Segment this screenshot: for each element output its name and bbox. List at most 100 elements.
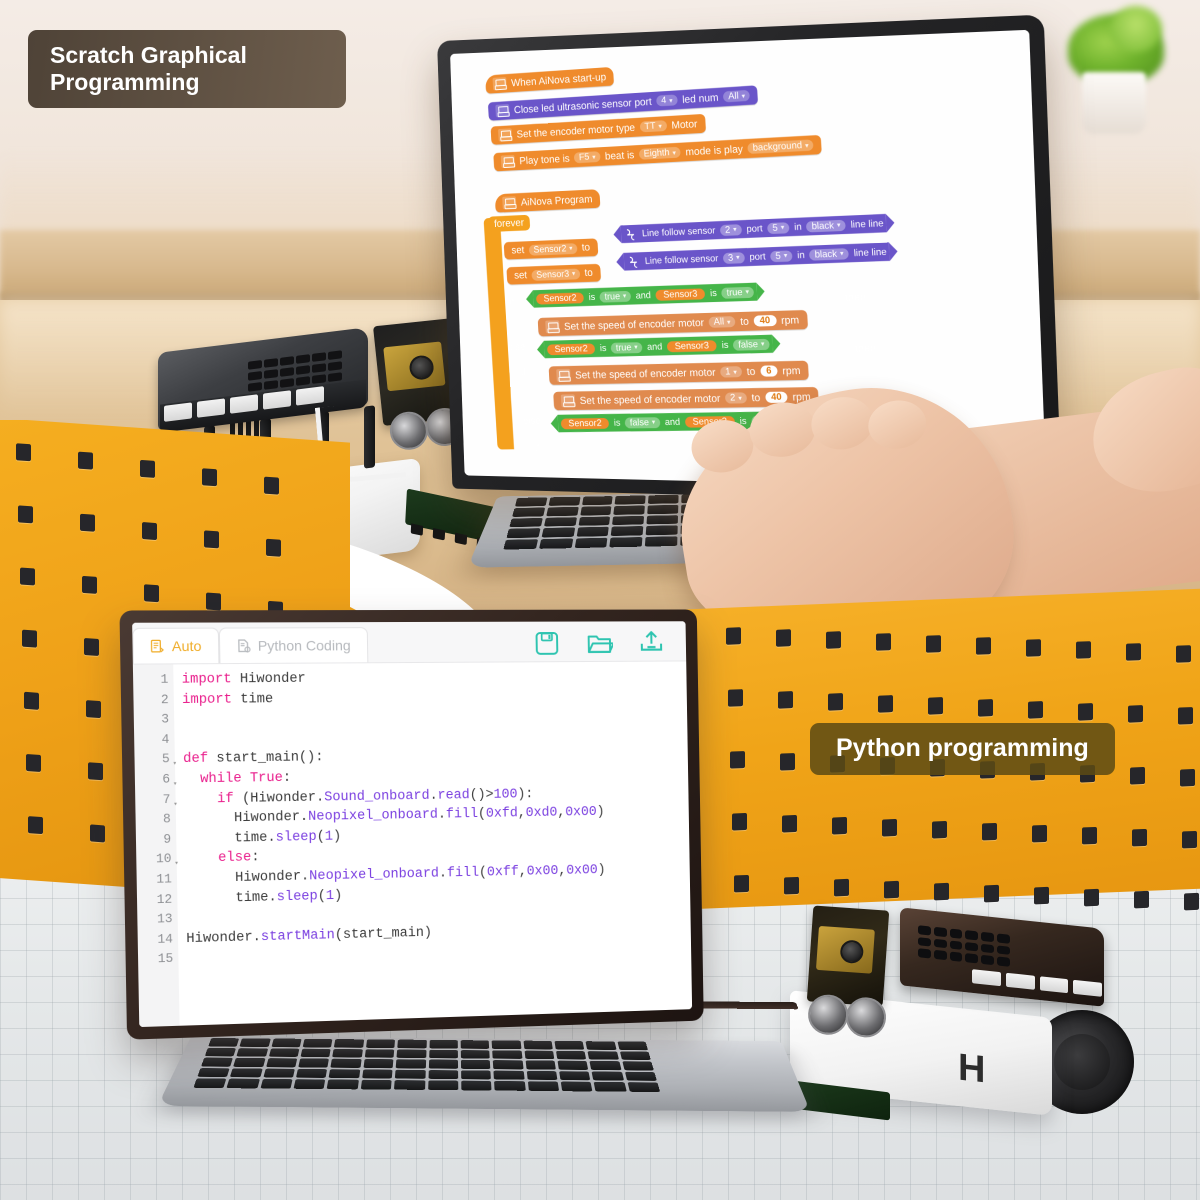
tone-dropdown[interactable]: F5 ▾ (573, 151, 601, 164)
reporter-line-follow-sensor-2[interactable]: Line follow sensor 2 ▾ port 5 ▾ in black ▾ … (620, 213, 888, 244)
python-file-icon (236, 638, 252, 653)
bool-value[interactable]: true▾ (721, 286, 755, 299)
save-icon[interactable] (533, 630, 561, 658)
motor-select[interactable]: All ▾ (708, 316, 736, 328)
block-ainova-program[interactable]: AiNova Program (494, 189, 601, 213)
robot-icon (497, 128, 513, 142)
fold-marker[interactable]: ▾ (173, 775, 178, 795)
ultrasonic-sensor (806, 993, 888, 1040)
variable-sensor2[interactable]: Sensor2 (535, 291, 585, 305)
rpm-value[interactable]: 40 (753, 314, 777, 327)
tab-python-coding[interactable]: Python Coding (218, 627, 368, 664)
to-label: to (746, 365, 756, 378)
block-set-sensor2[interactable]: set Sensor2 ▾ to (503, 238, 599, 260)
robot-logo-letter: H (958, 1046, 986, 1092)
badge-line-2: Programming (50, 69, 200, 96)
reporter-label: Line follow sensor (641, 224, 716, 239)
beat-label: beat is (604, 148, 635, 163)
to-label: to (751, 391, 761, 404)
fold-marker[interactable]: ▾ (174, 855, 179, 875)
line-number: 12 (156, 892, 173, 907)
variable-dropdown[interactable]: Sensor2 ▾ (528, 242, 578, 256)
condition-and-1[interactable]: Sensor2 is true ▾ and Sensor3 is true ▾ (532, 282, 758, 308)
and-label: and (646, 341, 663, 353)
tab-auto[interactable]: Auto (132, 627, 220, 664)
block-label: AiNova Program (520, 192, 593, 209)
rpm-label: rpm (780, 313, 800, 327)
port-dropdown[interactable]: 4 ▾ (656, 94, 678, 107)
in-label: in (796, 249, 806, 261)
line-number: 7 ▾ (135, 790, 178, 811)
line-number: 9 (163, 832, 172, 847)
block-set-sensor3[interactable]: set Sensor3 ▾ to (506, 263, 601, 285)
motor-select[interactable]: 1 ▾ (720, 366, 743, 378)
rpm-value[interactable]: 6 (759, 365, 778, 377)
tab-label: Python Coding (257, 637, 351, 654)
is-label: is (709, 287, 718, 299)
led-num-dropdown[interactable]: All ▾ (723, 89, 751, 103)
mode-dropdown[interactable]: background ▾ (747, 139, 814, 154)
block-label: When AiNova start-up (510, 70, 607, 89)
line-follow-icon (626, 254, 640, 268)
block-set-speed-1[interactable]: Set the speed of encoder motor All ▾ to 4… (537, 309, 808, 337)
badge-line-1: Scratch Graphical (50, 42, 247, 68)
laptop-python-lid: Auto Python Coding 1 2 3 4 5 ▾ 6 ▾ 7 ▾ 8… (119, 609, 704, 1040)
motor-type-dropdown[interactable]: TT ▾ (639, 120, 667, 133)
rpm-value[interactable]: 40 (764, 391, 788, 403)
port-value[interactable]: 5 ▾ (767, 221, 790, 234)
color-value[interactable]: black ▾ (806, 219, 846, 232)
block-if-label-2: if (520, 366, 527, 379)
sensor-index[interactable]: 3 ▾ (722, 251, 745, 264)
bool-value[interactable]: false ▾ (732, 338, 770, 351)
motor-select[interactable]: 2 ▾ (724, 392, 748, 404)
block-else-label-1: else (507, 341, 526, 354)
block-label: Set the encoder motor type (516, 121, 636, 141)
set-label: set (513, 269, 528, 282)
fold-marker[interactable]: ▾ (173, 795, 178, 815)
robot-icon (502, 196, 517, 210)
mode-label: mode is play (685, 142, 744, 158)
block-label: Set the speed of encoder motor (574, 366, 716, 381)
variable-sensor2[interactable]: Sensor2 (546, 342, 596, 355)
line-number: 4 (161, 732, 170, 747)
block-when-start-up[interactable]: When AiNova start-up (485, 66, 615, 94)
variable-sensor3[interactable]: Sensor3 (666, 339, 718, 352)
bool-value[interactable]: true▾ (610, 341, 643, 354)
line-number: 15 (157, 951, 174, 967)
open-folder-icon[interactable] (586, 629, 614, 657)
laptop-python-keyboard[interactable] (193, 1038, 661, 1093)
line-number: 6 ▾ (135, 770, 177, 790)
line-number: 11 (156, 872, 172, 887)
robot-icon (545, 320, 560, 334)
sensor-index[interactable]: 2 ▾ (719, 223, 742, 236)
code-area[interactable]: import Hiwonder import time def start_mai… (173, 661, 692, 1025)
color-value[interactable]: black ▾ (809, 247, 850, 261)
condition-and-2[interactable]: Sensor2 is true ▾ and Sensor3 is false ▾ (543, 334, 773, 359)
line-number: 3 (161, 712, 170, 727)
editor-toolbar (533, 629, 686, 661)
robot-icon (492, 77, 507, 91)
auto-code-icon (150, 638, 166, 653)
editor-body[interactable]: 1 2 3 4 5 ▾ 6 ▾ 7 ▾ 8 9 10 ▾ 11 12 13 14… (132, 661, 692, 1028)
in-label: in (793, 221, 802, 233)
badge-scratch-programming: Scratch Graphical Programming (28, 30, 346, 109)
port-value[interactable]: 5 ▾ (770, 249, 793, 262)
laptop-python: Auto Python Coding 1 2 3 4 5 ▾ 6 ▾ 7 ▾ 8… (119, 609, 811, 1130)
python-editor-screen: Auto Python Coding 1 2 3 4 5 ▾ 6 ▾ 7 ▾ 8… (132, 621, 693, 1028)
speaker-icon (500, 154, 516, 169)
python-ide: Auto Python Coding 1 2 3 4 5 ▾ 6 ▾ 7 ▾ 8… (132, 621, 693, 1028)
beat-dropdown[interactable]: Eighth ▾ (638, 146, 681, 160)
fold-marker[interactable]: ▾ (173, 755, 178, 775)
line-label: line line (850, 217, 884, 231)
motor-label: Motor (671, 117, 698, 132)
ultrasonic-icon (495, 103, 510, 118)
variable-sensor3[interactable]: Sensor3 (655, 287, 706, 301)
bool-value[interactable]: true▾ (599, 290, 632, 303)
to-label: to (584, 267, 594, 280)
variable-dropdown[interactable]: Sensor3 ▾ (531, 267, 581, 281)
line-number: 2 (160, 692, 169, 707)
reporter-line-follow-sensor-3[interactable]: Line follow sensor 3 ▾ port 5 ▾ in black ▾ … (623, 242, 891, 271)
upload-icon[interactable] (638, 629, 665, 657)
block-set-speed-2[interactable]: Set the speed of encoder motor 1 ▾ to 6 r… (548, 360, 810, 385)
block-label: Set the speed of encoder motor (579, 392, 721, 407)
